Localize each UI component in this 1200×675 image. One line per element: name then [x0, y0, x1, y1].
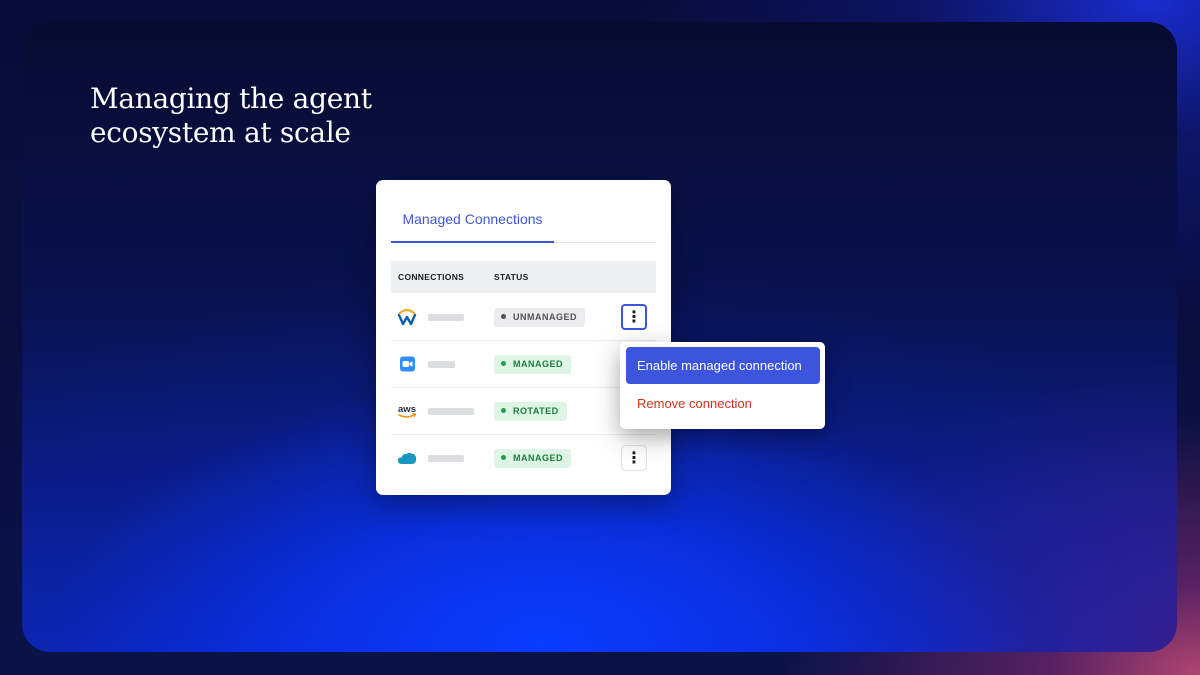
status-dot	[501, 408, 506, 413]
status-badge: MANAGED	[494, 355, 571, 374]
status-text: ROTATED	[513, 406, 559, 416]
status-text: MANAGED	[513, 359, 563, 369]
status-dot	[501, 361, 506, 366]
managed-connections-card: Managed Connections CONNECTIONS STATUS U…	[376, 180, 671, 495]
column-header-connections: CONNECTIONS	[398, 272, 465, 282]
column-header-status: STATUS	[494, 272, 529, 282]
connection-name-placeholder	[428, 314, 464, 321]
row-actions-button[interactable]: ⋮	[621, 445, 647, 471]
connection-name-placeholder	[428, 408, 474, 415]
tab-bar: Managed Connections	[391, 208, 656, 243]
status-badge: ROTATED	[494, 402, 567, 421]
status-badge: MANAGED	[494, 449, 571, 468]
table-row[interactable]: MANAGED ⋮	[391, 435, 656, 481]
tab-managed-connections[interactable]: Managed Connections	[391, 208, 554, 243]
remove-connection-item[interactable]: Remove connection	[626, 388, 820, 420]
status-badge: UNMANAGED	[494, 308, 585, 327]
workday-icon	[397, 308, 417, 326]
status-text: MANAGED	[513, 453, 563, 463]
status-dot	[501, 455, 506, 460]
table-row[interactable]: UNMANAGED ⋮	[391, 294, 656, 341]
zoom-icon	[400, 356, 415, 372]
row-actions-menu: Enable managed connection Remove connect…	[620, 342, 825, 429]
table-row[interactable]: MANAGED	[391, 341, 656, 388]
headline-line-1: Managing the agent	[90, 82, 372, 115]
connection-name-placeholder	[428, 455, 464, 462]
headline: Managing the agent ecosystem at scale	[90, 82, 372, 150]
headline-line-2: ecosystem at scale	[90, 116, 351, 149]
status-dot	[501, 314, 506, 319]
enable-managed-connection-item[interactable]: Enable managed connection	[626, 347, 820, 384]
salesforce-icon	[397, 452, 417, 464]
table-row[interactable]: aws ROTATED	[391, 388, 656, 435]
status-text: UNMANAGED	[513, 312, 577, 322]
connection-name-placeholder	[428, 361, 455, 368]
table-header: CONNECTIONS STATUS	[391, 261, 656, 293]
row-actions-button[interactable]: ⋮	[621, 304, 647, 330]
aws-icon: aws	[398, 404, 417, 418]
